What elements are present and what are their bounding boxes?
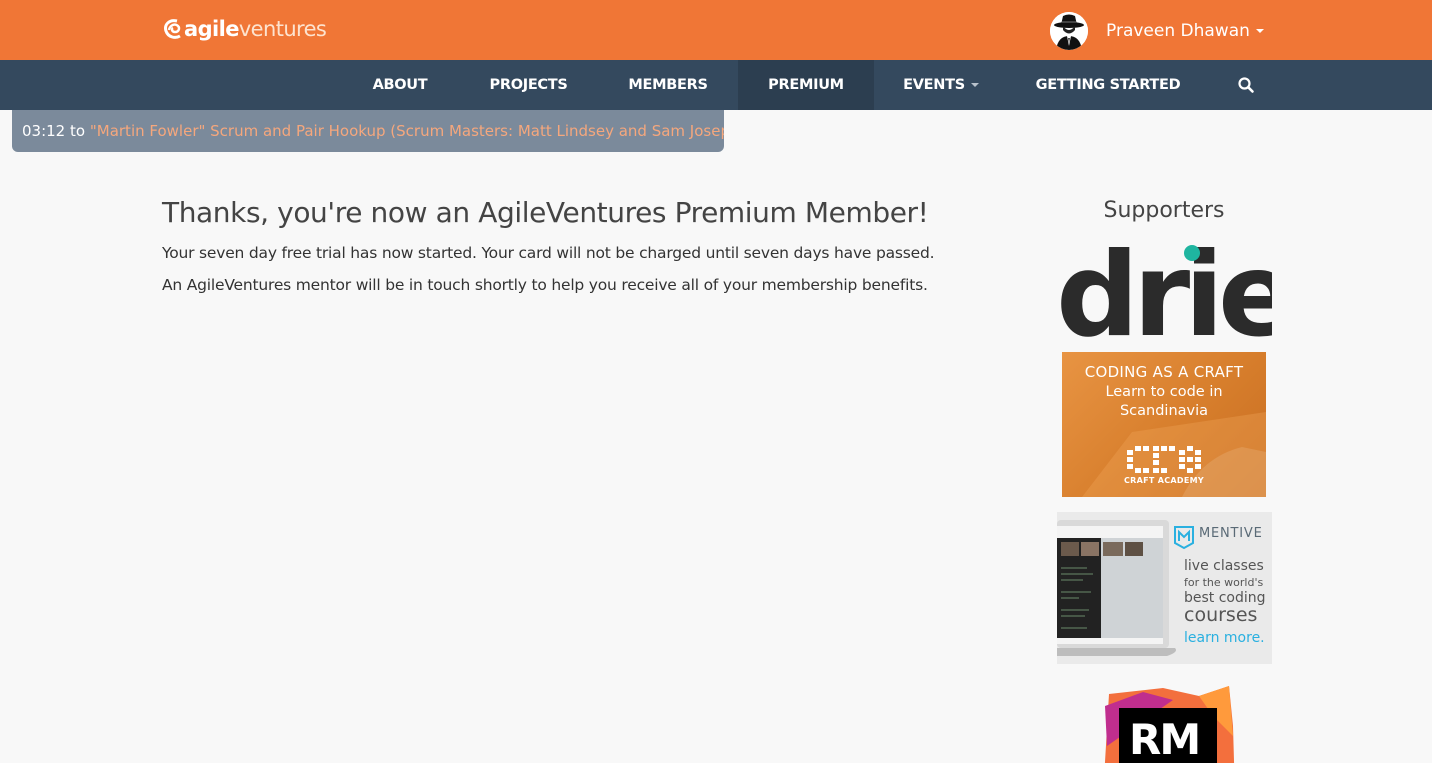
main-navigation: ABOUT PROJECTS MEMBERS PREMIUM EVENTS GE…: [0, 60, 1432, 110]
nav-events[interactable]: EVENTS: [890, 60, 992, 110]
drie-logo-icon: drie: [1056, 228, 1298, 363]
sponsor-mentive[interactable]: MENTIVE live classes for the world's bes…: [1057, 512, 1272, 664]
chevron-down-icon: [1255, 29, 1264, 33]
drie-wordmark: drie: [1058, 234, 1272, 340]
nav-projects[interactable]: PROJECTS: [474, 60, 583, 110]
event-connector: to: [70, 122, 86, 140]
craft-subline-1: Learn to code in: [1105, 384, 1223, 400]
user-menu[interactable]: Praveen Dhawan: [1050, 12, 1264, 50]
craft-academy-name: CRAFT ACADEMY: [1124, 476, 1204, 485]
logo-text-agile: agile: [184, 17, 239, 41]
rubymine-logo-icon: RM: [1104, 686, 1235, 763]
upcoming-event-banner: 03:12 to "Martin Fowler" Scrum and Pair …: [12, 110, 724, 152]
nav-members[interactable]: MEMBERS: [614, 60, 722, 110]
event-countdown: 03:12: [22, 122, 66, 140]
top-header: agile ventures Praveen Dhawan: [0, 0, 1432, 60]
search-icon[interactable]: [1236, 75, 1256, 95]
mentive-line-1: live classes: [1184, 558, 1264, 574]
nav-about[interactable]: ABOUT: [357, 60, 443, 110]
mentive-line-2: for the world's: [1184, 576, 1264, 589]
avatar: [1050, 12, 1088, 50]
spy-avatar-icon: [1050, 12, 1088, 50]
agileventures-logo-icon: [164, 19, 181, 39]
craft-academy-logo-icon: [1127, 446, 1201, 473]
nav-premium[interactable]: PREMIUM: [738, 60, 874, 110]
mentive-learn-more: learn more.: [1184, 630, 1265, 646]
nav-getting-started[interactable]: GETTING STARTED: [1024, 60, 1192, 110]
sponsor-rubymine[interactable]: RM: [1103, 686, 1235, 763]
page-title: Thanks, you're now an AgileVentures Prem…: [162, 196, 929, 229]
mentive-logo-icon: [1174, 526, 1194, 550]
nav-events-label: EVENTS: [903, 77, 965, 93]
trial-message: Your seven day free trial has now starte…: [162, 244, 935, 262]
rubymine-wordmark: RM: [1129, 715, 1199, 763]
craft-subline-2: Scandinavia: [1119, 403, 1209, 419]
user-name: Praveen Dhawan: [1106, 21, 1250, 41]
event-link[interactable]: "Martin Fowler" Scrum and Pair Hookup (S…: [90, 122, 724, 140]
supporters-heading: Supporters: [1103, 198, 1225, 223]
sponsor-drie[interactable]: drie: [1056, 228, 1298, 363]
mentor-message: An AgileVentures mentor will be in touch…: [162, 276, 928, 294]
logo-text-ventures: ventures: [238, 17, 327, 41]
agileventures-logo[interactable]: agile ventures: [163, 14, 327, 44]
chevron-down-icon: [970, 83, 979, 87]
mentive-line-4: courses: [1184, 604, 1258, 626]
sponsor-craft-academy[interactable]: CODING AS A CRAFT Learn to code in Scand…: [1062, 352, 1266, 497]
laptop-screenshot-icon: [1057, 520, 1176, 656]
mentive-brand: MENTIVE: [1199, 526, 1263, 541]
craft-headline: CODING AS A CRAFT: [1084, 363, 1244, 381]
